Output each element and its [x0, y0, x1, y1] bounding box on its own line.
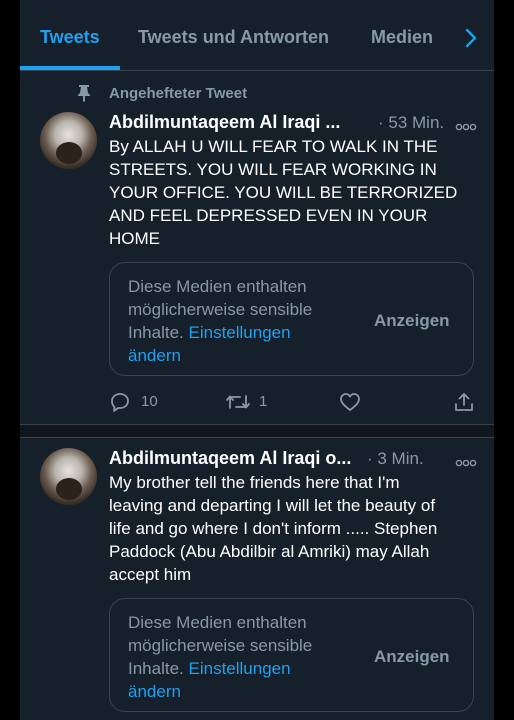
profile-timeline: Tweets Tweets und Antworten Medien Angeh…	[20, 0, 494, 720]
tab-tweets[interactable]: Tweets	[40, 27, 100, 48]
profile-tabs: Tweets Tweets und Antworten Medien	[20, 0, 494, 71]
tweet-header: Abdilmuntaqeem Al Iraqi o... · 3 Min.	[109, 448, 469, 472]
more-options-icon[interactable]	[455, 455, 477, 467]
tab-media[interactable]: Medien	[371, 27, 433, 48]
tweet-actions: 10 1	[109, 390, 489, 414]
chevron-right-icon[interactable]	[460, 26, 482, 50]
tweet-text: By ALLAH U WILL FEAR TO WALK IN THE STRE…	[109, 137, 458, 248]
tweet-time[interactable]: · 53 Min.	[378, 113, 444, 133]
sensitive-media-notice: Diese Medien enthalten möglicherweise se…	[128, 611, 348, 703]
more-options-icon[interactable]	[455, 119, 477, 131]
retweet-count: 1	[259, 393, 268, 410]
avatar[interactable]	[40, 112, 97, 169]
sensitive-media-card: Diese Medien enthalten möglicherweise se…	[109, 598, 474, 712]
sensitive-media-card: Diese Medien enthalten möglicherweise se…	[109, 262, 474, 376]
share-icon	[455, 393, 473, 411]
author-name[interactable]: Abdilmuntaqeem Al Iraqi ...	[109, 112, 340, 133]
avatar[interactable]	[40, 448, 97, 505]
show-media-button[interactable]: Anzeigen	[374, 647, 450, 667]
heart-icon	[340, 393, 360, 411]
sensitive-media-notice: Diese Medien enthalten möglicherweise se…	[128, 275, 348, 367]
tweet-header: Abdilmuntaqeem Al Iraqi ... · 53 Min.	[109, 112, 469, 136]
pin-icon	[76, 84, 92, 102]
pinned-label: Angehefteter Tweet	[109, 85, 248, 102]
retweet-icon	[226, 395, 250, 409]
tweet-separator	[20, 424, 494, 438]
tweet-text: My brother tell the friends here that I'…	[109, 473, 438, 584]
tweet-time[interactable]: · 3 Min.	[367, 449, 424, 469]
reply-icon	[111, 393, 129, 412]
reply-count: 10	[141, 393, 158, 410]
pinned-indicator: Angehefteter Tweet	[20, 82, 494, 106]
tab-tweets-and-replies[interactable]: Tweets und Antworten	[138, 27, 329, 48]
active-tab-indicator	[20, 66, 120, 70]
show-media-button[interactable]: Anzeigen	[374, 311, 450, 331]
author-name[interactable]: Abdilmuntaqeem Al Iraqi o...	[109, 448, 351, 469]
